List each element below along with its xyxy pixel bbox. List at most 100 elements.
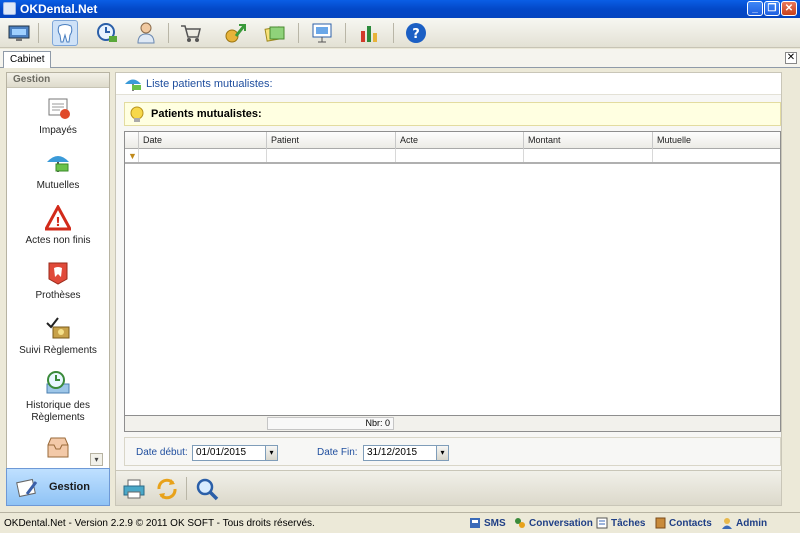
- status-label: Tâches: [611, 517, 646, 529]
- start-date-field[interactable]: 01/01/2015: [192, 445, 266, 461]
- warning-icon: !: [45, 205, 71, 231]
- unpaid-invoice-icon: [48, 98, 70, 119]
- presentation-tool-button[interactable]: [309, 20, 335, 46]
- gestion-group-label: Gestion: [49, 481, 90, 493]
- doctor-icon: [137, 22, 155, 44]
- cards-icon: [264, 26, 285, 42]
- window-title: OKDental.Net: [20, 2, 98, 16]
- status-label: Contacts: [669, 517, 712, 529]
- bottom-toolbar: [116, 470, 781, 505]
- print-button[interactable]: [120, 475, 148, 502]
- sidebar-item-protheses[interactable]: Prothèses: [7, 260, 109, 301]
- documents-tool-button[interactable]: [262, 20, 288, 46]
- refresh-button[interactable]: [153, 475, 181, 502]
- title-bar: OKDental.Net _ ❐ ✕: [0, 0, 800, 18]
- growth-icon: [225, 24, 246, 43]
- tooth-tool-button[interactable]: [52, 20, 78, 46]
- start-date-label: Date début:: [136, 447, 188, 458]
- refresh-icon: [157, 478, 177, 499]
- patient-tool-button[interactable]: [133, 20, 159, 46]
- cabinet-tool-button[interactable]: [6, 20, 32, 46]
- finance-tool-button[interactable]: [222, 20, 248, 46]
- stats-tool-button[interactable]: [356, 20, 382, 46]
- column-header-acte[interactable]: Acte: [395, 132, 523, 149]
- status-sms[interactable]: SMS: [469, 517, 506, 529]
- column-header-date[interactable]: Date: [138, 132, 266, 149]
- note-pencil-icon: [16, 478, 38, 498]
- app-icon: [3, 2, 16, 15]
- cart-tool-button[interactable]: [178, 20, 204, 46]
- umbrella-money-icon: [47, 156, 69, 172]
- maximize-button[interactable]: ❐: [764, 1, 780, 16]
- end-date-field[interactable]: 31/12/2015: [363, 445, 437, 461]
- tasks-icon: [596, 517, 608, 529]
- sidebar-item-label: Historique des Règlements: [26, 400, 90, 423]
- sidebar-item-label: Suivi Règlements: [19, 345, 97, 356]
- status-taches[interactable]: Tâches: [596, 517, 645, 529]
- status-label: SMS: [484, 517, 506, 529]
- column-header-patient[interactable]: Patient: [266, 132, 395, 149]
- column-header-mutuelle[interactable]: Mutuelle: [652, 132, 780, 149]
- column-header-montant[interactable]: Montant: [523, 132, 652, 149]
- sidebar-item-suivi-reglements[interactable]: Suivi Règlements: [7, 315, 109, 356]
- filter-icon[interactable]: ▼: [128, 151, 137, 161]
- presentation-icon: [312, 23, 332, 43]
- payment-history-icon: [46, 371, 70, 394]
- umbrella-money-icon: [125, 79, 141, 91]
- copyright-text: OKDental.Net - Version 2.2.9 © 2011 OK S…: [4, 518, 315, 529]
- filter-cell-date[interactable]: [138, 149, 266, 162]
- status-bar: OKDental.Net - Version 2.2.9 © 2011 OK S…: [0, 512, 800, 533]
- end-date-dropdown-button[interactable]: ▾: [436, 445, 449, 461]
- patients-grid: Date Patient Acte Montant Mutuelle ▼: [124, 131, 781, 432]
- main-toolbar: ?: [0, 18, 800, 48]
- payment-tracking-icon: [46, 317, 70, 339]
- record-count: Nbr: 0: [267, 417, 394, 430]
- filter-cell-montant[interactable]: [523, 149, 652, 162]
- filter-row: ▼: [125, 149, 780, 164]
- tab-strip: Cabinet ✕: [0, 49, 800, 68]
- help-tool-button[interactable]: ?: [403, 20, 429, 46]
- status-contacts[interactable]: Contacts: [654, 517, 712, 529]
- start-date-dropdown-button[interactable]: ▾: [265, 445, 278, 461]
- status-label: Admin: [736, 517, 768, 529]
- printer-icon: [123, 479, 145, 498]
- bar-chart-icon: [361, 26, 377, 42]
- svg-text:!: !: [55, 215, 60, 229]
- filter-cell-acte[interactable]: [395, 149, 523, 162]
- status-admin[interactable]: Admin: [721, 517, 767, 529]
- info-bar: Patients mutualistes:: [124, 102, 781, 126]
- sidebar-item-impayes[interactable]: Impayés: [7, 95, 109, 136]
- sidebar-item-mutuelles[interactable]: Mutuelles: [7, 150, 109, 191]
- cart-icon: [181, 25, 201, 42]
- gestion-group-button[interactable]: Gestion: [6, 468, 110, 506]
- search-button[interactable]: [193, 475, 221, 502]
- date-range: Date début: 01/01/2015 ▾ Date Fin: 31/12…: [124, 437, 781, 466]
- close-tab-button[interactable]: ✕: [785, 52, 797, 64]
- tab-cabinet[interactable]: Cabinet: [3, 51, 52, 68]
- panel-title: Liste patients mutualistes:: [146, 78, 273, 90]
- svg-text:?: ?: [412, 27, 420, 42]
- user-icon: [722, 518, 732, 529]
- help-icon: ?: [406, 23, 426, 43]
- end-date-label: Date Fin:: [317, 447, 358, 458]
- clock-icon: [97, 23, 117, 42]
- prosthesis-icon: [48, 262, 68, 285]
- sidebar-item-actes-non-finis[interactable]: ! Actes non finis: [7, 205, 109, 246]
- grid-footer: Nbr: 0: [124, 415, 781, 432]
- sidebar-scroll-down-button[interactable]: ▾: [90, 453, 103, 466]
- minimize-button[interactable]: _: [747, 1, 763, 16]
- sms-icon: [470, 518, 480, 528]
- tooth-icon: [57, 24, 73, 43]
- agenda-tool-button[interactable]: [94, 20, 120, 46]
- filter-cell-patient[interactable]: [266, 149, 395, 162]
- panel-header: Liste patients mutualistes:: [116, 73, 781, 95]
- search-icon: [196, 478, 219, 500]
- filter-cell-mutuelle[interactable]: [652, 149, 780, 162]
- monitor-icon: [8, 25, 30, 41]
- status-label: Conversation: [529, 517, 593, 529]
- close-button[interactable]: ✕: [781, 1, 797, 16]
- status-conversation[interactable]: Conversation: [514, 517, 593, 529]
- sidebar: Gestion Impayés Mutuelles ! Actes non fi…: [6, 72, 110, 506]
- sidebar-item-historique-reglements[interactable]: Historique des Règlements: [7, 370, 109, 424]
- sidebar-header: Gestion: [7, 73, 109, 88]
